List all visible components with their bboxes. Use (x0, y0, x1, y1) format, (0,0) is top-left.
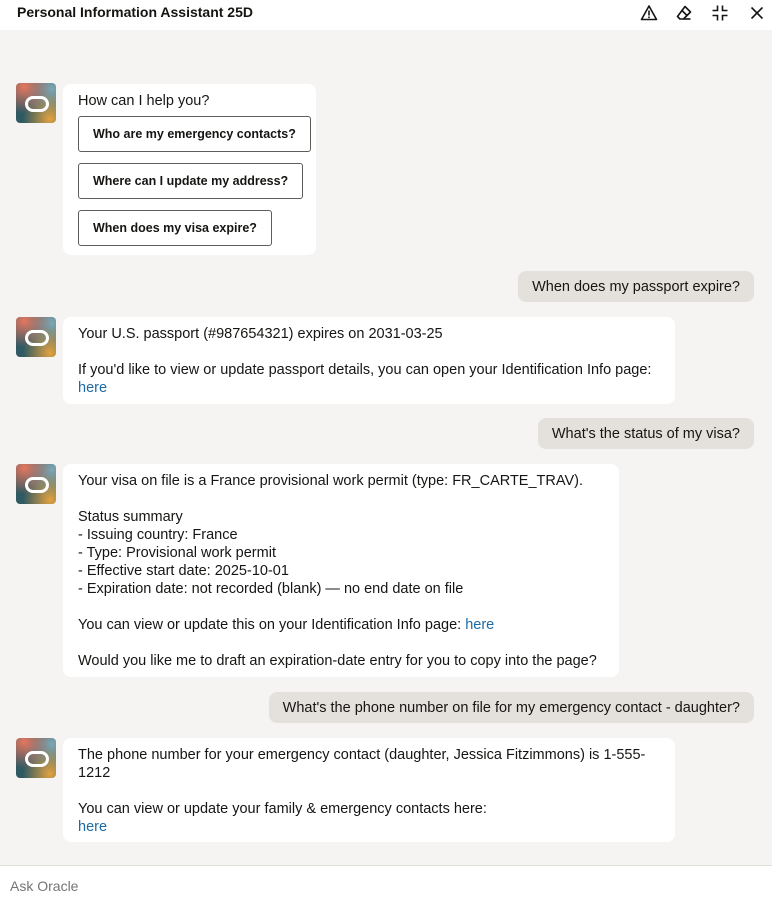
composer-bar (0, 865, 772, 902)
user-message: What's the status of my visa? (537, 418, 754, 449)
identification-info-link[interactable]: here (78, 380, 107, 396)
assistant-avatar (16, 83, 56, 123)
assistant-avatar (16, 464, 56, 504)
oracle-logo-icon (25, 477, 49, 493)
oracle-logo-icon (25, 96, 49, 112)
ask-input[interactable] (10, 878, 750, 894)
assistant-message: Your visa on file is a France provisiona… (63, 464, 619, 677)
oracle-logo-icon (25, 330, 49, 346)
assistant-message: The phone number for your emergency cont… (63, 738, 675, 842)
suggestion-emergency-contacts-button[interactable]: Who are my emergency contacts? (78, 116, 311, 152)
assistant-avatar (16, 738, 56, 778)
emergency-contacts-link[interactable]: here (78, 819, 107, 835)
user-message: When does my passport expire? (518, 271, 754, 302)
summary-item: - Expiration date: not recorded (blank) … (78, 581, 464, 597)
message-text: Your U.S. passport (#987654321) expires … (78, 326, 443, 342)
eraser-icon[interactable] (673, 2, 695, 24)
suggestion-visa-expire-button[interactable]: When does my visa expire? (78, 210, 272, 246)
identification-info-link[interactable]: here (465, 617, 494, 633)
message-text: Your visa on file is a France provisiona… (78, 473, 583, 489)
summary-item: - Effective start date: 2025-10-01 (78, 563, 289, 579)
close-icon[interactable] (746, 2, 768, 24)
assistant-message: Your U.S. passport (#987654321) expires … (63, 317, 675, 404)
user-message: What's the phone number on file for my e… (268, 692, 754, 723)
message-text: You can view or update this on your Iden… (78, 617, 462, 633)
assistant-avatar (16, 317, 56, 357)
assistant-message: How can I help you? Who are my emergency… (63, 84, 316, 255)
message-text: If you'd like to view or update passport… (78, 362, 652, 378)
summary-item: - Type: Provisional work permit (78, 545, 276, 561)
collapse-icon[interactable] (709, 2, 731, 24)
message-text: The phone number for your emergency cont… (78, 747, 646, 763)
suggestion-update-address-button[interactable]: Where can I update my address? (78, 163, 304, 199)
header-bar: Personal Information Assistant 25D (0, 0, 772, 30)
oracle-logo-icon (25, 751, 49, 767)
message-text: How can I help you? (78, 93, 210, 109)
message-text: You can view or update your family & eme… (78, 801, 487, 817)
warning-icon[interactable] (638, 2, 660, 24)
message-text: 1212 (78, 765, 111, 781)
message-text: Would you like me to draft an expiration… (78, 653, 597, 669)
assistant-title: Personal Information Assistant 25D (17, 4, 253, 20)
summary-item: - Issuing country: France (78, 527, 238, 543)
status-summary-title: Status summary (78, 509, 183, 525)
